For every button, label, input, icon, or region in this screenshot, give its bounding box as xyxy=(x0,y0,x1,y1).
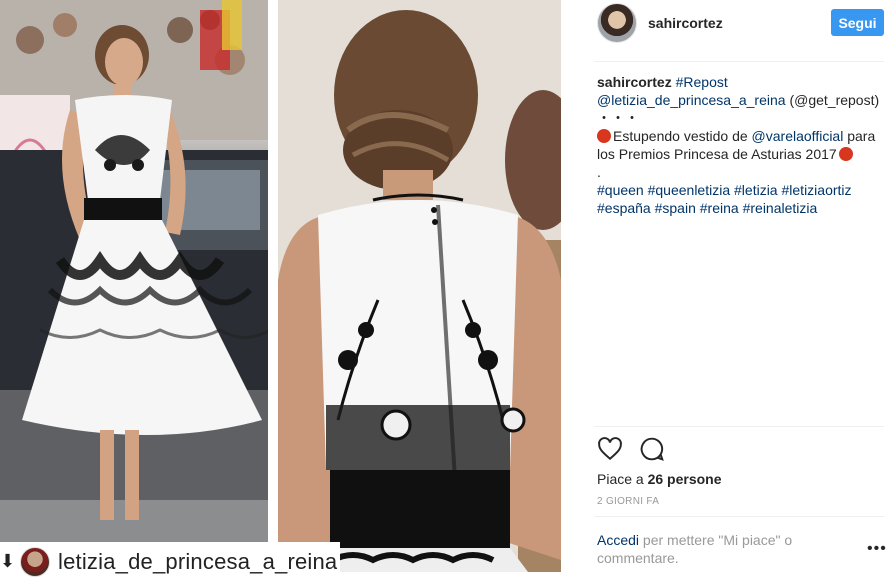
caption-period: . xyxy=(597,164,601,180)
repost-arrow-icon: ⬇ xyxy=(0,551,16,571)
red-circle-emoji-icon xyxy=(838,147,853,161)
mention-source[interactable]: @letizia_de_princesa_a_reina xyxy=(597,92,786,108)
post-actions xyxy=(597,436,665,464)
header-username[interactable]: sahircortez xyxy=(648,15,723,31)
post-caption: sahircortez #Repost @letizia_de_princesa… xyxy=(597,73,879,217)
likes-count[interactable]: Piace a 26 persone xyxy=(597,471,722,487)
header-divider xyxy=(594,61,884,62)
avatar[interactable] xyxy=(597,3,637,43)
caption-dots: ・・・ xyxy=(597,110,639,126)
likes-number[interactable]: 26 persone xyxy=(648,471,722,487)
repost-credit-bar: ⬇ letizia_de_princesa_a_reina xyxy=(0,542,340,581)
hashtag[interactable]: #letizia xyxy=(734,182,778,198)
get-repost-text: (@get_repost) xyxy=(789,92,880,108)
repost-username: letizia_de_princesa_a_reina xyxy=(58,548,338,574)
comment-divider xyxy=(594,516,884,517)
hashtag[interactable]: #españa xyxy=(597,200,651,216)
hashtag[interactable]: #reinaletizia xyxy=(743,200,818,216)
photo-right-dress-back xyxy=(278,0,561,572)
hashtag[interactable]: #queen xyxy=(597,182,644,198)
comment-login-prompt: Accedi per mettere "Mi piace" o commenta… xyxy=(597,531,807,567)
speech-bubble-icon[interactable] xyxy=(639,436,665,462)
caption-text-2: para xyxy=(847,128,876,144)
post-image[interactable]: ⬇ letizia_de_princesa_a_reina xyxy=(0,0,570,581)
likes-prefix: Piace a xyxy=(597,471,648,487)
caption-text-1: Estupendo vestido de xyxy=(613,128,748,144)
hashtag[interactable]: #spain xyxy=(655,200,696,216)
hashtag-repost[interactable]: #Repost xyxy=(676,74,728,90)
actions-divider xyxy=(594,426,884,427)
hashtag[interactable]: #letiziaortiz xyxy=(782,182,852,198)
post-side-panel: sahircortez Segui sahircortez #Repost @l… xyxy=(584,0,891,581)
post-header: sahircortez Segui xyxy=(584,0,891,62)
hashtag[interactable]: #queenletizia xyxy=(648,182,731,198)
post-timestamp[interactable]: 2 GIORNI FA xyxy=(597,496,659,507)
mention-designer[interactable]: @varelaofficial xyxy=(752,128,844,144)
login-link[interactable]: Accedi xyxy=(597,532,639,548)
heart-outline-icon[interactable] xyxy=(597,436,623,462)
dress-back-illustration xyxy=(278,0,561,572)
follow-button[interactable]: Segui xyxy=(831,9,884,36)
caption-username[interactable]: sahircortez xyxy=(597,74,672,90)
red-circle-emoji-icon xyxy=(597,129,611,143)
dress-front-illustration xyxy=(0,0,268,542)
hashtag[interactable]: #reina xyxy=(700,200,739,216)
photo-left-full-dress xyxy=(0,0,268,542)
ellipsis-icon[interactable]: ••• xyxy=(867,540,887,558)
repost-avatar xyxy=(20,546,50,577)
caption-text-3: los Premios Princesa de Asturias 2017 xyxy=(597,146,837,162)
